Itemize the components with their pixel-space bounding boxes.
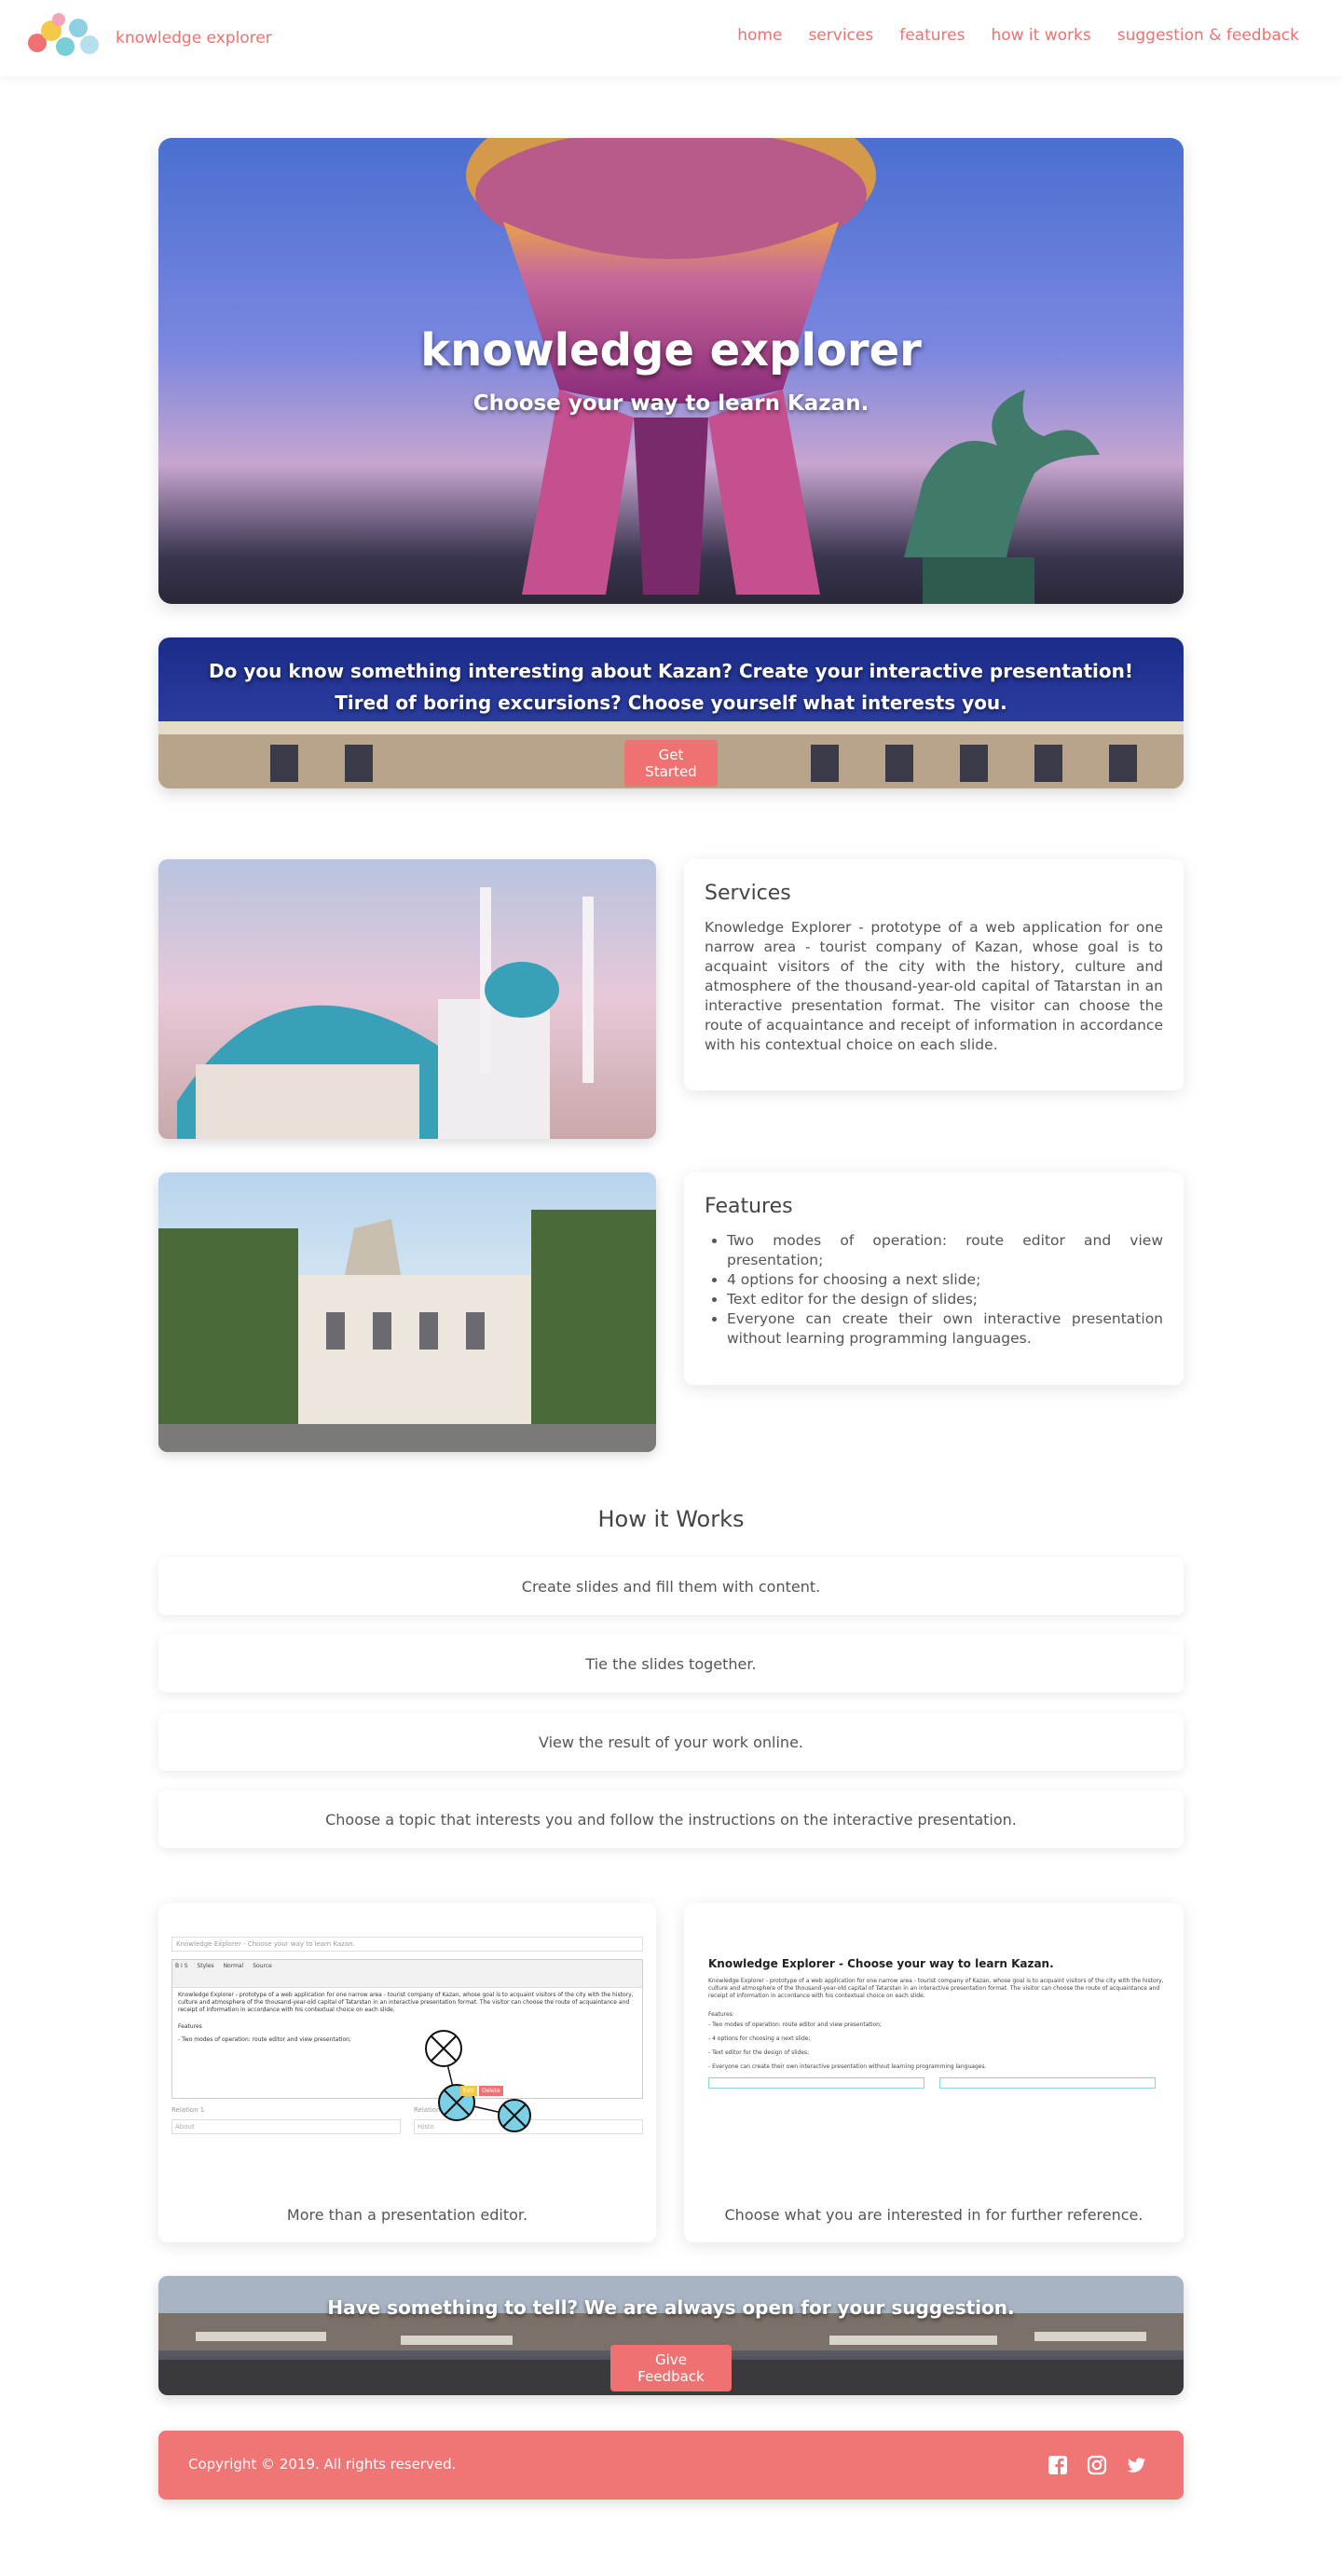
list-item: - 4 options for choosing a next slide; — [708, 2035, 811, 2042]
how-it-works-title: How it Works — [597, 1506, 745, 1532]
cta-banner: Do you know something interesting about … — [158, 637, 1184, 788]
format-select[interactable]: Normal — [224, 1963, 244, 1969]
editor-text: Knowledge Explorer - prototype of a web … — [178, 1992, 634, 2013]
cta-line-2: Tired of boring excursions? Choose yours… — [335, 692, 1007, 714]
features-title: Features — [705, 1195, 793, 1218]
choice-button-2[interactable] — [939, 2077, 1156, 2089]
twitter-icon[interactable] — [1126, 2455, 1146, 2475]
footer: Copyright © 2019. All rights reserved. — [158, 2431, 1184, 2500]
styles-select[interactable]: Styles — [197, 1963, 213, 1969]
viewer-features: Features: — [708, 2011, 734, 2018]
social-links — [1029, 2455, 1146, 2475]
step-1: Create slides and fill them with content… — [158, 1557, 1184, 1615]
mansion-image — [158, 1172, 656, 1452]
feedback-text: Have something to tell? We are always op… — [327, 2296, 1015, 2319]
editor-caption: More than a presentation editor. — [286, 2206, 528, 2224]
facebook-icon[interactable] — [1048, 2455, 1068, 2475]
list-item: - Text editor for the design of slides; — [708, 2049, 810, 2056]
step-2: Tie the slides together. — [158, 1635, 1184, 1692]
editor-item: - Two modes of operation: route editor a… — [178, 2036, 351, 2043]
brand[interactable]: knowledge explorer — [28, 13, 272, 63]
get-started-button[interactable]: Get Started — [624, 740, 718, 787]
nav-how-it-works[interactable]: how it works — [991, 26, 1090, 45]
logo-icon — [28, 13, 108, 63]
editor-screenshot-card: Knowledge Explorer - Choose your way to … — [158, 1903, 656, 2242]
navbar: knowledge explorer home services feature… — [0, 0, 1342, 76]
nav-features[interactable]: features — [899, 26, 965, 45]
edit-button[interactable]: Edit — [460, 2086, 477, 2096]
hero-title: knowledge explorer — [420, 324, 922, 377]
instagram-icon[interactable] — [1087, 2455, 1107, 2475]
delete-button[interactable]: Delete — [479, 2086, 503, 2096]
relation-1-label: Relation 1 — [171, 2106, 205, 2114]
viewer-title: Knowledge Explorer - Choose your way to … — [708, 1957, 1054, 1970]
editor-preview: Knowledge Explorer - Choose your way to … — [171, 1937, 643, 2142]
viewer-preview: Knowledge Explorer - Choose your way to … — [708, 1957, 1165, 2144]
slide-graph-icon — [425, 2030, 531, 2132]
editor-content[interactable]: Knowledge Explorer - prototype of a web … — [172, 1988, 642, 2048]
features-card: Features Two modes of operation: route e… — [684, 1172, 1184, 1385]
hero-subtitle: Choose your way to learn Kazan. — [472, 391, 870, 416]
viewer-screenshot-card: Knowledge Explorer - Choose your way to … — [684, 1903, 1184, 2242]
services-text: Knowledge Explorer - prototype of a web … — [705, 919, 1163, 1053]
step-4: Choose a topic that interests you and fo… — [158, 1790, 1184, 1848]
nav-links: home services features how it works sugg… — [711, 26, 1299, 45]
cta-line-1: Do you know something interesting about … — [209, 660, 1133, 682]
nav-home[interactable]: home — [737, 26, 782, 45]
viewer-text: Knowledge Explorer - prototype of a web … — [708, 1978, 1164, 1999]
viewer-caption: Choose what you are interested in for fu… — [724, 2206, 1143, 2224]
list-item: Two modes of operation: route editor and… — [727, 1231, 1163, 1270]
list-item: - Two modes of operation: route editor a… — [708, 2021, 882, 2028]
features-list: Two modes of operation: route editor and… — [705, 1231, 1163, 1349]
copyright: Copyright © 2019. All rights reserved. — [188, 2456, 457, 2473]
editor-title-field: Knowledge Explorer - Choose your way to … — [171, 1937, 643, 1952]
nav-suggestion-feedback[interactable]: suggestion & feedback — [1117, 26, 1299, 45]
services-title: Services — [705, 882, 791, 905]
editor-features: Features — [178, 2023, 202, 2030]
give-feedback-button[interactable]: Give Feedback — [610, 2345, 732, 2391]
hero-banner: knowledge explorer Choose your way to le… — [158, 138, 1184, 604]
relation-1-field[interactable]: About — [171, 2119, 401, 2134]
nav-services[interactable]: services — [808, 26, 873, 45]
feedback-banner: Have something to tell? We are always op… — [158, 2276, 1184, 2395]
list-item: Everyone can create their own interactiv… — [727, 1309, 1163, 1349]
choice-button-1[interactable] — [708, 2077, 924, 2089]
step-3: View the result of your work online. — [158, 1713, 1184, 1771]
list-item: 4 options for choosing a next slide; — [727, 1270, 1163, 1290]
mosque-image — [158, 859, 656, 1139]
source-button[interactable]: Source — [253, 1963, 272, 1969]
list-item: - Everyone can create their own interact… — [708, 2063, 987, 2070]
list-item: Text editor for the design of slides; — [727, 1290, 1163, 1309]
services-card: Services Knowledge Explorer - prototype … — [684, 859, 1184, 1090]
brand-name: knowledge explorer — [116, 29, 272, 48]
